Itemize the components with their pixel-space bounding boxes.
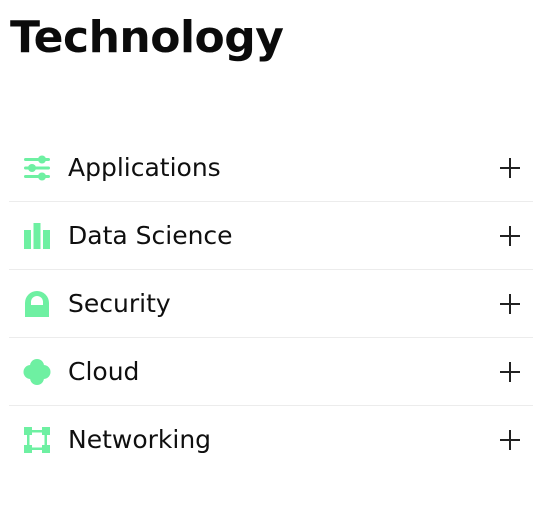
accordion-item-label: Networking [68, 425, 212, 454]
lock-icon [23, 290, 51, 318]
cloud-icon [23, 358, 51, 386]
sliders-icon [23, 154, 51, 182]
page-title: Technology [10, 12, 284, 63]
accordion-item-networking[interactable]: Networking [9, 406, 533, 474]
accordion-item-data-science[interactable]: Data Science [9, 202, 533, 270]
network-icon [23, 426, 51, 454]
accordion-item-security[interactable]: Security [9, 270, 533, 338]
technology-accordion: Applications Data Science Security Cloud… [9, 134, 533, 474]
accordion-item-label: Cloud [68, 357, 140, 386]
plus-icon[interactable] [500, 226, 520, 246]
accordion-item-label: Data Science [68, 221, 233, 250]
accordion-item-cloud[interactable]: Cloud [9, 338, 533, 406]
accordion-item-label: Applications [68, 153, 221, 182]
accordion-item-applications[interactable]: Applications [9, 134, 533, 202]
bar-chart-icon [23, 222, 51, 250]
plus-icon[interactable] [500, 294, 520, 314]
plus-icon[interactable] [500, 158, 520, 178]
plus-icon[interactable] [500, 430, 520, 450]
plus-icon[interactable] [500, 362, 520, 382]
accordion-item-label: Security [68, 289, 171, 318]
